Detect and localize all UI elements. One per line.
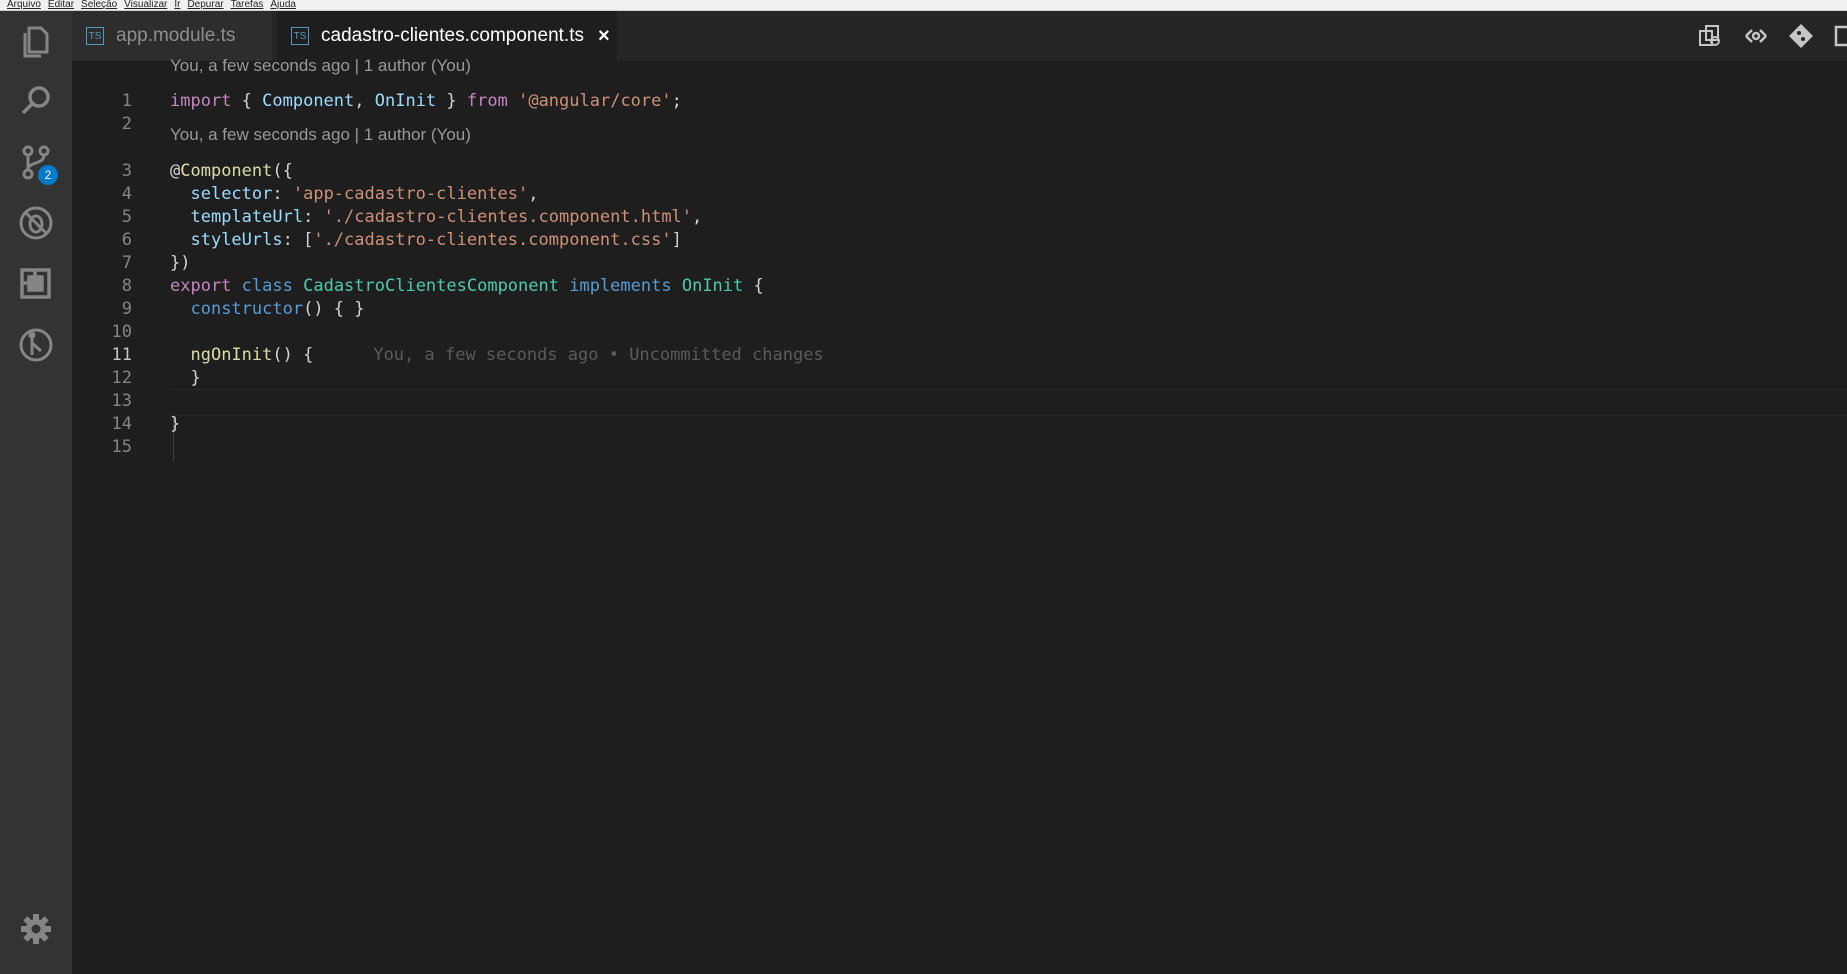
code-token: , — [354, 91, 375, 111]
code-token: import — [170, 91, 232, 111]
code-token: : [ — [282, 230, 314, 250]
codelens-blame[interactable]: You, a few seconds ago | 1 author (You) — [170, 56, 471, 76]
open-changes-button[interactable] — [1697, 23, 1725, 49]
tab-label: cadastro-clientes.component.ts — [321, 25, 584, 46]
code-token: implements — [569, 276, 672, 296]
code-token: , — [692, 207, 703, 227]
code-token: ; — [671, 91, 682, 111]
code-token: from — [466, 91, 508, 111]
tab-bar: TS app.module.ts TS cadastro-clientes.co… — [72, 11, 1847, 61]
activity-source-control[interactable]: 2 — [0, 132, 72, 192]
code-token: } — [170, 368, 201, 388]
activity-bar: 2 — [0, 11, 72, 974]
tab-label: app.module.ts — [116, 25, 236, 46]
code-line[interactable]: 15 — [72, 434, 1772, 461]
code-token: Component — [180, 161, 273, 181]
line-number: 15 — [111, 437, 132, 457]
code-token: { — [231, 91, 263, 111]
tab-cadastro-clientes-component[interactable]: TS cadastro-clientes.component.ts × — [277, 11, 617, 61]
code-token: () { — [272, 345, 314, 365]
menu-item[interactable]: Visualizar — [124, 0, 167, 10]
code-token: OnInit — [374, 91, 437, 111]
code-token: OnInit — [681, 276, 744, 296]
debug-icon — [19, 206, 53, 240]
code-token: : — [272, 184, 293, 204]
activity-explorer[interactable] — [0, 11, 72, 71]
search-icon — [21, 86, 50, 115]
code-line[interactable]: 2 — [72, 111, 1772, 138]
code-token: ] — [671, 230, 682, 250]
inline-blame-annotation: You, a few seconds ago • Uncommitted cha… — [373, 345, 824, 365]
code-token: Component — [262, 91, 355, 111]
toggle-blame-icon — [1745, 29, 1767, 43]
code-token: './cadastro-clientes.component.html' — [323, 207, 693, 227]
menu-item[interactable]: Tarefas — [231, 0, 264, 10]
code-token: 'app-cadastro-clientes' — [292, 184, 529, 204]
typescript-file-icon: TS — [86, 27, 104, 45]
code-token: }) — [170, 253, 191, 273]
split-editor-icon — [1834, 25, 1847, 47]
code-token: { — [743, 276, 764, 296]
code-token: @ — [170, 161, 181, 181]
code-editor[interactable]: You, a few seconds ago | 1 author (You) … — [72, 56, 1847, 974]
code-token: export — [170, 276, 232, 296]
code-token: , — [528, 184, 539, 204]
menu-bar: Arquivo Editar Seleção Visualizar Ir Depurar T… — [0, 0, 1847, 11]
code-token: } — [436, 91, 467, 111]
close-icon[interactable]: × — [598, 25, 610, 48]
git-compare-button[interactable] — [1788, 23, 1816, 49]
code-token: ({ — [272, 161, 293, 181]
code-token: CadastroClientesComponent — [303, 276, 559, 296]
activity-extensions[interactable] — [0, 254, 72, 314]
source-control-badge: 2 — [38, 165, 58, 185]
menu-item[interactable]: Seleção — [81, 0, 117, 10]
git-compare-icon — [1789, 24, 1813, 48]
code-token: templateUrl — [190, 207, 304, 227]
activity-settings[interactable] — [0, 899, 72, 959]
split-editor-button[interactable] — [1832, 23, 1847, 49]
tab-app-module[interactable]: TS app.module.ts — [72, 11, 272, 61]
activity-search[interactable] — [0, 71, 72, 131]
gear-icon — [21, 914, 51, 944]
menu-item[interactable]: Editar — [48, 0, 74, 10]
activity-debug[interactable] — [0, 193, 72, 253]
code-token: styleUrls — [190, 230, 283, 250]
typescript-file-icon: TS — [291, 27, 309, 45]
code-token: '@angular/core' — [518, 91, 672, 111]
code-token: class — [241, 276, 293, 296]
explorer-icon — [23, 26, 49, 58]
menu-item[interactable]: Ir — [174, 0, 180, 10]
extensions-icon — [20, 268, 51, 299]
line-number: 2 — [121, 114, 132, 134]
menu-item[interactable]: Depurar — [187, 0, 223, 10]
code-token: selector — [190, 184, 273, 204]
code-token: () { } — [303, 299, 365, 319]
code-token: : — [303, 207, 324, 227]
code-token: constructor — [190, 299, 304, 319]
menu-item[interactable]: Ajuda — [270, 0, 296, 10]
menu-item[interactable]: Arquivo — [7, 0, 41, 10]
code-token: ngOnInit — [190, 345, 273, 365]
git-history-icon — [19, 328, 53, 362]
code-token: './cadastro-clientes.component.css' — [313, 230, 672, 250]
open-changes-icon — [1699, 25, 1720, 46]
code-token: } — [170, 414, 181, 434]
activity-git-history[interactable] — [0, 315, 72, 375]
toggle-blame-button[interactable] — [1743, 23, 1771, 49]
